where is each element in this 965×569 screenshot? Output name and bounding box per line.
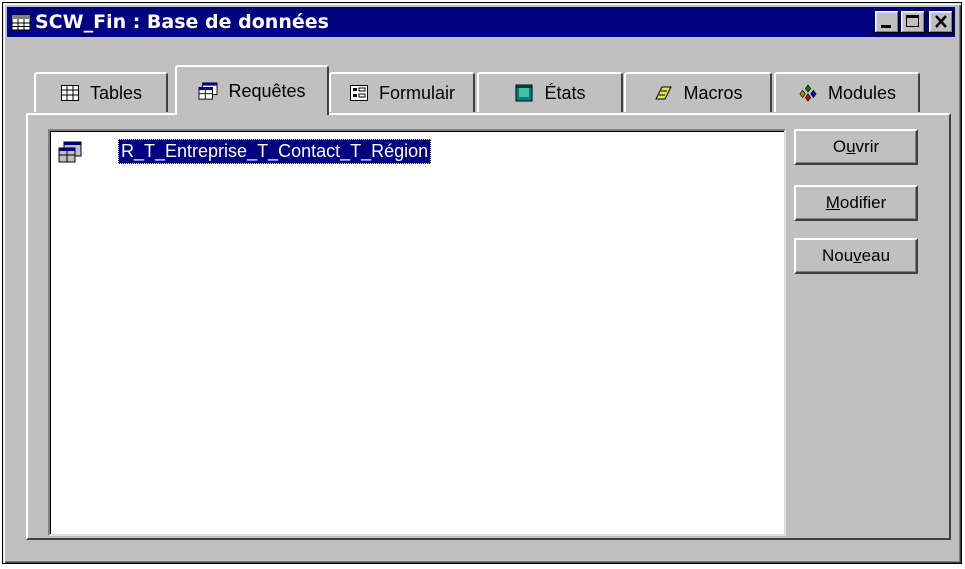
open-button[interactable]: Ouvrir: [794, 129, 918, 165]
list-item-label: R_T_Entreprise_T_Contact_T_Région: [118, 139, 432, 164]
objects-list[interactable]: R_T_Entreprise_T_Contact_T_Région: [48, 129, 786, 536]
form-icon: [349, 85, 368, 101]
database-window: SCW_Fin : Base de données Tables Requête…: [2, 2, 962, 564]
macro-icon: [655, 86, 673, 100]
tab-panel: R_T_Entreprise_T_Contact_T_Région Ouvrir…: [26, 113, 951, 540]
button-label: Modifier: [825, 193, 887, 212]
minimize-button[interactable]: [875, 11, 899, 33]
new-button[interactable]: Nouveau: [794, 238, 918, 274]
window-title: SCW_Fin : Base de données: [35, 11, 329, 33]
tab-label: Tables: [89, 82, 143, 103]
close-button[interactable]: [929, 11, 953, 33]
list-item[interactable]: R_T_Entreprise_T_Contact_T_Région: [58, 139, 432, 164]
tab-label: Requêtes: [228, 80, 306, 101]
button-label: Ouvrir: [832, 137, 880, 156]
tab-modules[interactable]: Modules: [774, 72, 920, 112]
query-icon: [199, 82, 218, 100]
report-icon: [515, 84, 533, 102]
maximize-button[interactable]: [901, 11, 925, 33]
tab-macros[interactable]: Macros: [624, 72, 772, 112]
tab-label: Formulair: [378, 82, 455, 103]
minimize-icon: [881, 25, 891, 28]
modify-button[interactable]: Modifier: [794, 185, 918, 221]
title-bar[interactable]: SCW_Fin : Base de données: [7, 7, 955, 37]
module-icon: [799, 84, 817, 102]
maximize-icon: [906, 15, 919, 27]
tab-queries[interactable]: Requêtes: [175, 65, 329, 115]
tab-label: États: [544, 82, 586, 103]
tab-label: Modules: [827, 82, 897, 103]
window-controls: [875, 11, 953, 33]
tab-forms[interactable]: Formulair: [329, 72, 475, 112]
table-icon: [60, 85, 79, 101]
tab-label: Macros: [683, 82, 743, 103]
tab-reports[interactable]: États: [477, 72, 623, 112]
query-icon: [58, 141, 82, 162]
button-label: Nouveau: [821, 246, 891, 265]
close-icon: [935, 15, 947, 28]
tab-tables[interactable]: Tables: [34, 72, 168, 112]
database-icon: [11, 14, 31, 31]
